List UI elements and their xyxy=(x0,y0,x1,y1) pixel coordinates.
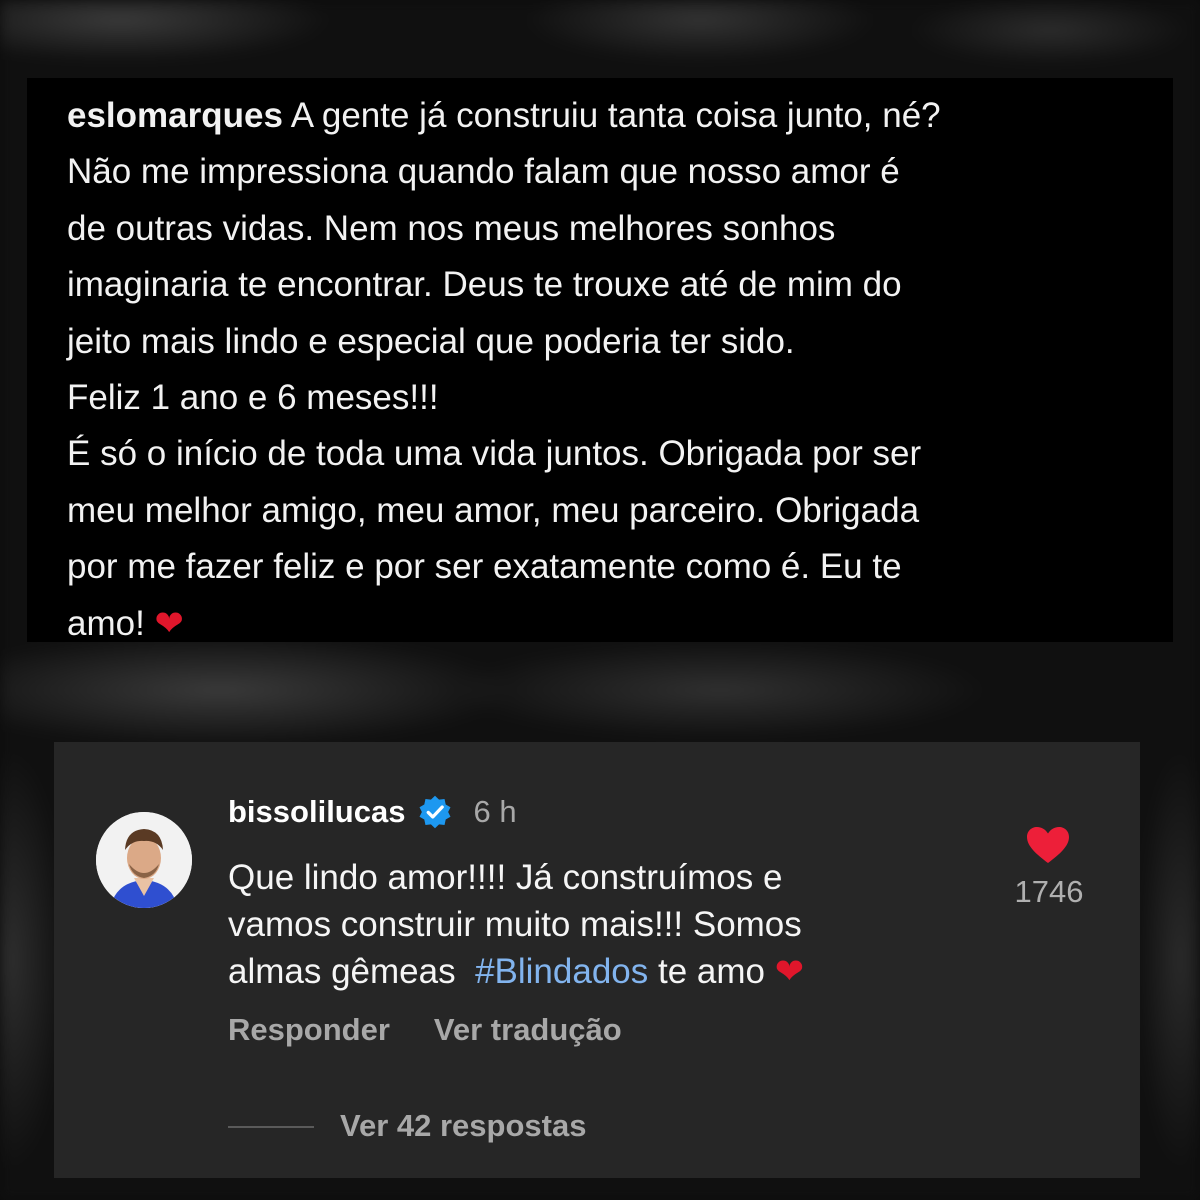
comment-body-end: te amo xyxy=(648,952,775,991)
replies-divider xyxy=(228,1126,314,1128)
comment-header: bissolilucas 6 h xyxy=(228,794,517,830)
like-count: 1746 xyxy=(1014,874,1084,909)
view-replies-button[interactable]: Ver 42 respostas xyxy=(340,1108,586,1144)
verified-badge-icon xyxy=(419,795,451,829)
comment-timestamp: 6 h xyxy=(473,794,517,829)
red-heart-emoji: ❤ xyxy=(774,952,805,991)
caption-text: eslomarques A gente já construiu tanta c… xyxy=(67,88,1142,652)
comment-actions: Responder Ver tradução xyxy=(228,1012,622,1048)
comment-text: Que lindo amor!!!! Já construímos e vamo… xyxy=(228,854,948,995)
comment-username[interactable]: bissolilucas xyxy=(228,794,405,830)
caption-username[interactable]: eslomarques xyxy=(67,96,283,135)
translate-button[interactable]: Ver tradução xyxy=(434,1012,622,1048)
hashtag-link[interactable]: #Blindados xyxy=(475,952,648,991)
red-heart-emoji: ❤ xyxy=(154,603,184,643)
caption-body: A gente já construiu tanta coisa junto, … xyxy=(67,96,941,643)
avatar-image xyxy=(96,812,192,908)
avatar[interactable] xyxy=(96,812,192,908)
comment-panel: bissolilucas 6 h Que lindo amor!!!! Já c… xyxy=(54,742,1140,1178)
caption-panel: eslomarques A gente já construiu tanta c… xyxy=(27,78,1173,643)
heart-icon[interactable] xyxy=(1026,826,1070,864)
reply-button[interactable]: Responder xyxy=(228,1012,390,1048)
